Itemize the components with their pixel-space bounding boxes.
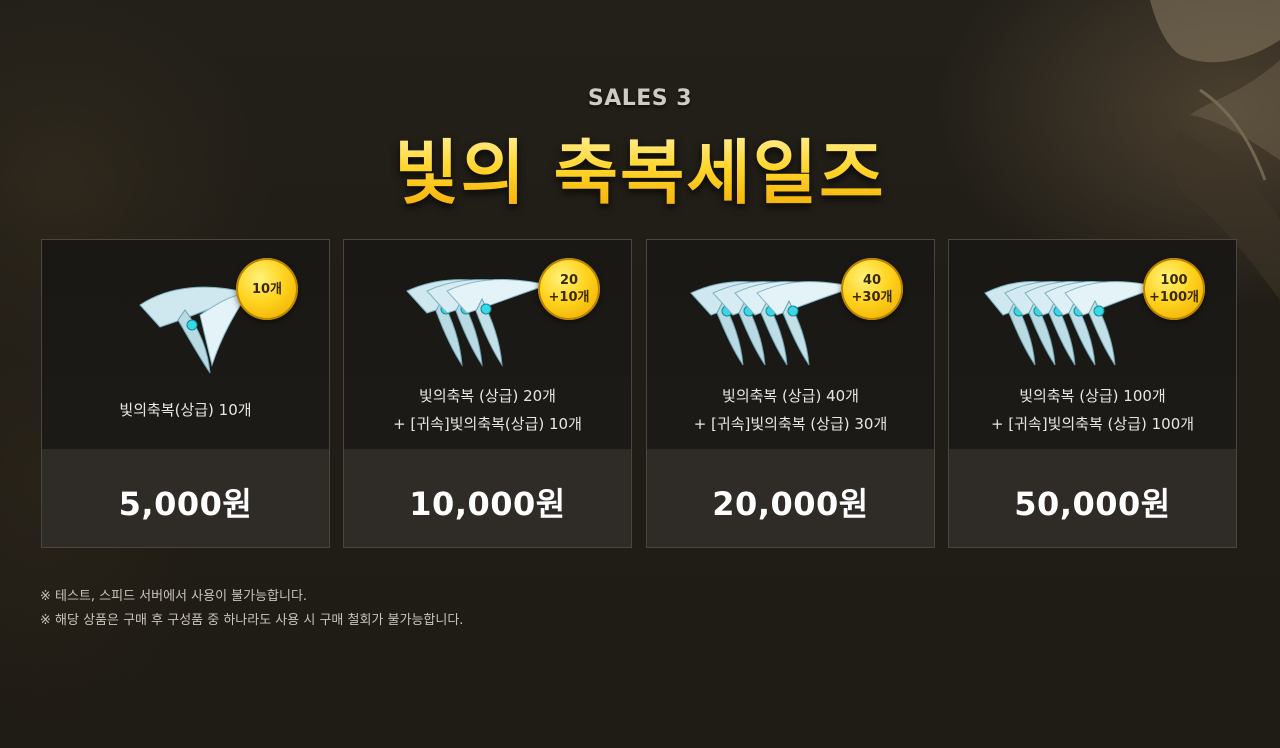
product-card-3-price-area: 20,000원: [647, 449, 934, 547]
desc-line-1: 빛의축복 (상급) 40개: [722, 387, 859, 405]
product-desc: 빛의축복(상급) 10개: [42, 396, 329, 424]
product-card-4[interactable]: 100 +100개 빛의축복 (상급) 100개 + [귀속]빛의축복 (상급)…: [948, 239, 1237, 548]
product-card-3-info: 40 +30개 빛의축복 (상급) 40개 + [귀속]빛의축복 (상급) 30…: [647, 240, 934, 449]
feather-icon: [984, 281, 1161, 366]
price-label: 5,000원: [118, 485, 253, 523]
desc-line-2: + [귀속]빛의축복(상급) 10개: [393, 415, 582, 433]
desc-line-2: + [귀속]빛의축복 (상급) 30개: [693, 415, 888, 433]
product-desc: 빛의축복 (상급) 20개 + [귀속]빛의축복(상급) 10개: [344, 382, 631, 438]
desc-line-1: 빛의축복(상급) 10개: [119, 401, 252, 419]
badge-line-1: 20: [559, 273, 579, 288]
sale-subtitle: SALES 3: [587, 86, 693, 111]
feather-icon: [690, 281, 857, 366]
desc-line-2: + [귀속]빛의축복 (상급) 100개: [990, 415, 1195, 433]
badge-line-1: 40: [862, 273, 882, 288]
product-card-1[interactable]: 10개 빛의축복(상급) 10개 5,000원: [41, 239, 330, 548]
quantity-badge: 100 +100개: [1143, 258, 1205, 320]
product-card-4-price-area: 50,000원: [949, 449, 1236, 547]
product-card-2-info: 20 +10개 빛의축복 (상급) 20개 + [귀속]빛의축복(상급) 10개: [344, 240, 631, 449]
sale-title: 빛의 축복세일즈: [0, 128, 1280, 218]
notice-list: ※ 테스트, 스피드 서버에서 사용이 불가능합니다. ※ 해당 상품은 구매 …: [40, 585, 463, 633]
feather-icon: [406, 279, 549, 367]
badge-line-2: +100개: [1149, 290, 1199, 305]
quantity-badge: 40 +30개: [841, 258, 903, 320]
product-card-4-info: 100 +100개 빛의축복 (상급) 100개 + [귀속]빛의축복 (상급)…: [949, 240, 1236, 449]
badge-line-2: +10개: [548, 290, 590, 305]
notice-item: ※ 해당 상품은 구매 후 구성품 중 하나라도 사용 시 구매 철회가 불가능…: [40, 613, 464, 628]
product-list: 10개 빛의축복(상급) 10개 5,000원 20 +10개 빛의축복 (상급…: [41, 239, 1239, 550]
product-desc: 빛의축복 (상급) 100개 + [귀속]빛의축복 (상급) 100개: [949, 382, 1236, 438]
badge-line-2: +30개: [851, 290, 893, 305]
desc-line-1: 빛의축복 (상급) 100개: [1019, 387, 1166, 405]
product-desc: 빛의축복 (상급) 40개 + [귀속]빛의축복 (상급) 30개: [647, 382, 934, 438]
product-card-3[interactable]: 40 +30개 빛의축복 (상급) 40개 + [귀속]빛의축복 (상급) 30…: [646, 239, 935, 548]
feather-icon-1: [139, 286, 250, 374]
badge-line-1: 10개: [251, 281, 283, 297]
quantity-badge: 20 +10개: [538, 258, 600, 320]
notice-item: ※ 테스트, 스피드 서버에서 사용이 불가능합니다.: [40, 589, 308, 604]
price-label: 20,000원: [712, 485, 869, 523]
product-card-2[interactable]: 20 +10개 빛의축복 (상급) 20개 + [귀속]빛의축복(상급) 10개…: [343, 239, 632, 548]
product-card-2-price-area: 10,000원: [344, 449, 631, 547]
product-card-1-price-area: 5,000원: [42, 449, 329, 547]
product-card-1-info: 10개 빛의축복(상급) 10개: [42, 240, 329, 449]
quantity-badge: 10개: [236, 258, 298, 320]
price-label: 50,000원: [1014, 485, 1171, 523]
price-label: 10,000원: [409, 485, 566, 523]
desc-line-1: 빛의축복 (상급) 20개: [419, 387, 556, 405]
feather-icon: [139, 286, 250, 374]
badge-line-1: 100: [1160, 273, 1188, 288]
